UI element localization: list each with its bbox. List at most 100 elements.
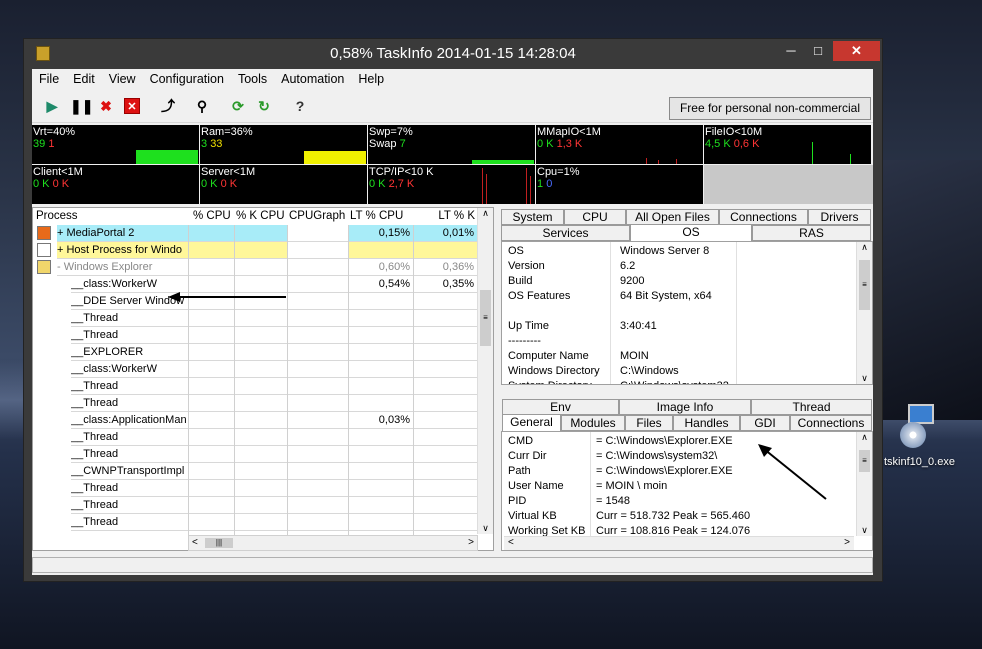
menu-help[interactable]: Help [358, 72, 384, 86]
tab-files[interactable]: Files [625, 415, 673, 431]
os-vscroll[interactable]: ∧ ≡ ∨ [856, 242, 872, 384]
process-row[interactable]: __Thread [33, 514, 477, 531]
desktop-icon-label[interactable]: tskinf10_0.exe [884, 456, 955, 468]
process-hscroll[interactable]: < ||| > [188, 535, 478, 551]
graph-client: Client<1M 0 K 0 K [32, 165, 199, 204]
process-row[interactable]: __Thread [33, 497, 477, 514]
close-process-icon[interactable]: ✕ [124, 98, 140, 114]
maximize-button[interactable]: □ [805, 41, 831, 61]
graph-value: 0 K [369, 178, 386, 190]
menu-automation[interactable]: Automation [281, 72, 344, 86]
tab-modules[interactable]: Modules [561, 415, 625, 431]
menu-file[interactable]: File [39, 72, 59, 86]
tab-ras[interactable]: RAS [752, 225, 871, 241]
menu-view[interactable]: View [109, 72, 136, 86]
hscroll-thumb[interactable]: ||| [205, 538, 233, 548]
process-row[interactable]: __EXPLORER [33, 344, 477, 361]
process-row[interactable]: __Thread [33, 480, 477, 497]
col-cpu-header[interactable]: % CPU [193, 208, 235, 225]
graph-ram: Ram=36% 3 33 [200, 125, 367, 164]
play-icon[interactable]: ▶ [44, 98, 60, 114]
scroll-thumb[interactable]: ≡ [859, 450, 870, 472]
kcpu-cell [234, 242, 287, 259]
menu-edit[interactable]: Edit [73, 72, 95, 86]
scroll-up-icon[interactable]: ∧ [857, 432, 872, 443]
tab-gdi[interactable]: GDI [740, 415, 790, 431]
process-row[interactable]: __class:WorkerW [33, 361, 477, 378]
tab-system[interactable]: System [501, 209, 564, 225]
tab-handles[interactable]: Handles [673, 415, 740, 431]
scroll-down-icon[interactable]: ∨ [478, 523, 493, 534]
scroll-thumb[interactable]: ≡ [480, 290, 491, 346]
refresh-icon[interactable]: ⟳ [230, 98, 246, 114]
info-key: Up Time [508, 320, 549, 332]
graph-spike [486, 174, 487, 204]
tab-connections[interactable]: Connections [719, 209, 808, 225]
graph-fileio: FileIO<10M 4,5 K 0,6 K [704, 125, 871, 164]
process-row[interactable]: + Host Process for Windo [33, 242, 477, 259]
scroll-up-icon[interactable]: ∧ [478, 208, 493, 219]
menu-configuration[interactable]: Configuration [150, 72, 224, 86]
scroll-thumb[interactable]: ≡ [859, 260, 870, 310]
col-cpugraph-header[interactable]: CPUGraph [289, 208, 349, 225]
info-key: Computer Name [508, 350, 589, 362]
ltkcpu-cell [413, 497, 477, 514]
tab-general[interactable]: General [502, 414, 561, 432]
tab-connections-bottom[interactable]: Connections [790, 415, 872, 431]
process-row[interactable]: __Thread [33, 429, 477, 446]
process-row[interactable]: __CWNPTransportImpl [33, 463, 477, 480]
scroll-down-icon[interactable]: ∨ [857, 525, 872, 536]
process-row[interactable]: __Thread [33, 378, 477, 395]
scroll-left-icon[interactable]: < [192, 537, 198, 548]
scroll-right-icon[interactable]: > [468, 537, 474, 548]
tab-os[interactable]: OS [630, 224, 752, 242]
process-name: + MediaPortal 2 [57, 225, 188, 242]
pause-icon[interactable]: ❚❚ [70, 98, 93, 114]
priority-icon[interactable]: ⤴ [160, 98, 176, 114]
tab-all-open-files[interactable]: All Open Files [626, 209, 719, 225]
general-hscroll[interactable]: < > [504, 536, 854, 550]
process-row[interactable]: __Thread [33, 310, 477, 327]
tab-services[interactable]: Services [501, 225, 630, 241]
tab-image-info[interactable]: Image Info [619, 399, 751, 415]
kcpu-cell [234, 497, 287, 514]
process-row[interactable]: + MediaPortal 2 0,15% 0,01% [33, 225, 477, 242]
refresh-all-icon[interactable]: ↻ [256, 98, 272, 114]
scroll-left-icon[interactable]: < [508, 537, 514, 548]
process-row[interactable]: - Windows Explorer 0,60% 0,36% [33, 259, 477, 276]
tab-thread[interactable]: Thread [751, 399, 872, 415]
menu-tools[interactable]: Tools [238, 72, 267, 86]
ltcpu-cell: 0,60% [348, 259, 413, 276]
tab-env[interactable]: Env [502, 399, 619, 415]
col-ltcpu-header[interactable]: LT % CPU [350, 208, 414, 225]
process-row[interactable]: __class:ApplicationMan 0,03% [33, 412, 477, 429]
installer-icon[interactable] [896, 404, 948, 448]
scroll-right-icon[interactable]: > [844, 537, 850, 548]
process-vscroll[interactable]: ∧ ≡ ∨ [477, 208, 493, 534]
find-icon[interactable]: ⚲ [194, 98, 210, 114]
general-vscroll[interactable]: ∧ ≡ ∨ [856, 432, 872, 536]
tab-cpu[interactable]: CPU [564, 209, 626, 225]
info-value: = C:\Windows\Explorer.EXE [596, 435, 733, 447]
cpu-cell [188, 429, 234, 446]
col-kcpu-header[interactable]: % K CPU [236, 208, 288, 225]
graph-value: 1,3 K [556, 138, 583, 150]
graph-value: 33 [210, 138, 223, 150]
minimize-button[interactable]: ─ [778, 41, 804, 61]
kill-icon[interactable]: ✖ [98, 98, 114, 114]
scroll-down-icon[interactable]: ∨ [857, 373, 872, 384]
tab-drivers[interactable]: Drivers [808, 209, 871, 225]
process-name: __Thread [71, 480, 188, 497]
process-row[interactable]: __Thread [33, 395, 477, 412]
col-process-header[interactable]: Process [36, 208, 186, 225]
process-row[interactable]: __Thread [33, 446, 477, 463]
graph-value: 3 [201, 138, 208, 150]
free-license-button[interactable]: Free for personal non-commercial use [669, 97, 871, 136]
cpu-cell [188, 412, 234, 429]
process-row[interactable]: __Thread [33, 327, 477, 344]
close-button[interactable]: ✕ [833, 41, 880, 61]
info-value: 6.2 [620, 260, 636, 272]
col-ltkcpu-header[interactable]: LT % K CPU [415, 208, 477, 239]
scroll-up-icon[interactable]: ∧ [857, 242, 872, 253]
help-icon[interactable]: ? [292, 98, 308, 114]
